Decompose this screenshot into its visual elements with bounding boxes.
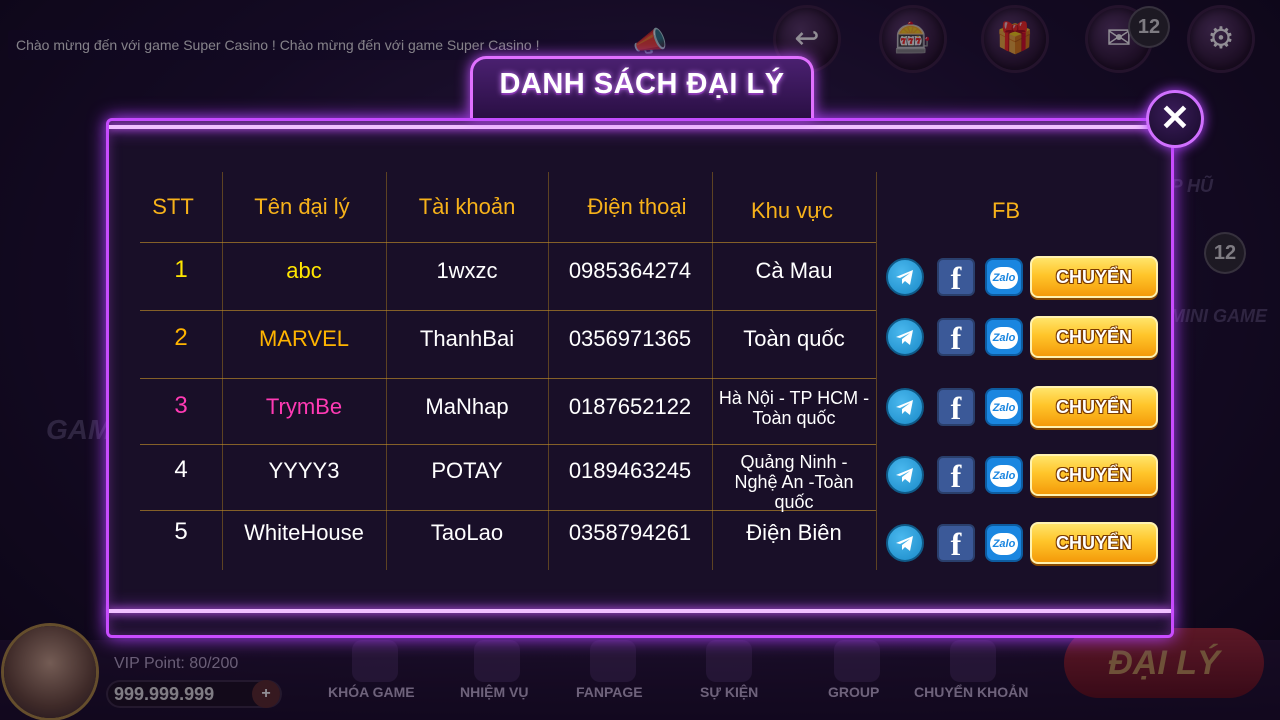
agent-region: Điện Biên [746,520,842,545]
agent-phone: 0189463245 [568,458,692,483]
facebook-icon[interactable]: f [937,318,975,356]
transfer-button[interactable]: CHUYỂN [1030,256,1158,298]
row-stt: 5 [174,518,188,545]
telegram-icon[interactable] [886,258,924,296]
zalo-label: Zalo [990,327,1018,349]
transfer-button[interactable]: CHUYỂN [1030,386,1158,428]
grid-line [140,310,876,311]
agent-account: 1wxzc [436,258,498,283]
zalo-icon[interactable]: Zalo [985,318,1023,356]
header-stt: STT [152,194,194,219]
header-phone: Điện thoại [587,194,687,219]
agent-region: Cà Mau [755,258,833,283]
zalo-icon[interactable]: Zalo [985,388,1023,426]
row-stt: 4 [174,456,188,483]
agent-phone: 0985364274 [568,258,692,283]
agent-name: TrymBe [265,394,343,419]
transfer-button[interactable]: CHUYỂN [1030,522,1158,564]
neon-line-bottom [109,609,1171,613]
grid-line [140,444,876,445]
zalo-icon[interactable]: Zalo [985,258,1023,296]
zalo-icon[interactable]: Zalo [985,456,1023,494]
header-name: Tên đại lý [254,194,350,219]
agent-name: abc [286,258,322,283]
close-button[interactable]: ✕ [1146,90,1204,148]
agent-account: MaNhap [425,394,509,419]
facebook-icon[interactable]: f [937,258,975,296]
grid-line [140,378,876,379]
agent-region: Toàn quốc [743,326,845,351]
transfer-button[interactable]: CHUYỂN [1030,454,1158,496]
header-account: Tài khoản [418,194,516,219]
modal-title: DANH SÁCH ĐẠI LÝ [499,68,785,100]
telegram-icon[interactable] [886,318,924,356]
agent-name: MARVEL [258,326,350,351]
grid-line [140,242,876,243]
agent-phone: 0356971365 [568,326,692,351]
zalo-icon[interactable]: Zalo [985,524,1023,562]
agent-phone: 0187652122 [568,394,692,419]
agent-account: POTAY [431,458,503,483]
transfer-button[interactable]: CHUYỂN [1030,316,1158,358]
row-stt: 1 [174,256,188,283]
facebook-icon[interactable]: f [937,456,975,494]
facebook-icon[interactable]: f [937,524,975,562]
neon-line-top [109,125,1171,129]
agent-account: ThanhBai [419,326,515,351]
row-stt: 3 [174,392,188,419]
zalo-label: Zalo [990,465,1018,487]
row-stt: 2 [174,324,188,351]
telegram-icon[interactable] [886,456,924,494]
facebook-icon[interactable]: f [937,388,975,426]
header-fb: FB [991,198,1021,223]
agent-name: YYYY3 [268,458,340,483]
telegram-icon[interactable] [886,524,924,562]
zalo-label: Zalo [990,533,1018,555]
agent-region: Quảng Ninh - Nghệ An -Toàn quốc [734,452,854,512]
grid-line [876,172,877,570]
zalo-label: Zalo [990,397,1018,419]
telegram-icon[interactable] [886,388,924,426]
agent-phone: 0358794261 [568,520,692,545]
agent-name: WhiteHouse [244,520,364,545]
agent-account: TaoLao [430,520,504,545]
agent-region: Hà Nội - TP HCM -Toàn quốc [718,388,870,428]
zalo-label: Zalo [990,267,1018,289]
header-region: Khu vực [751,198,833,223]
